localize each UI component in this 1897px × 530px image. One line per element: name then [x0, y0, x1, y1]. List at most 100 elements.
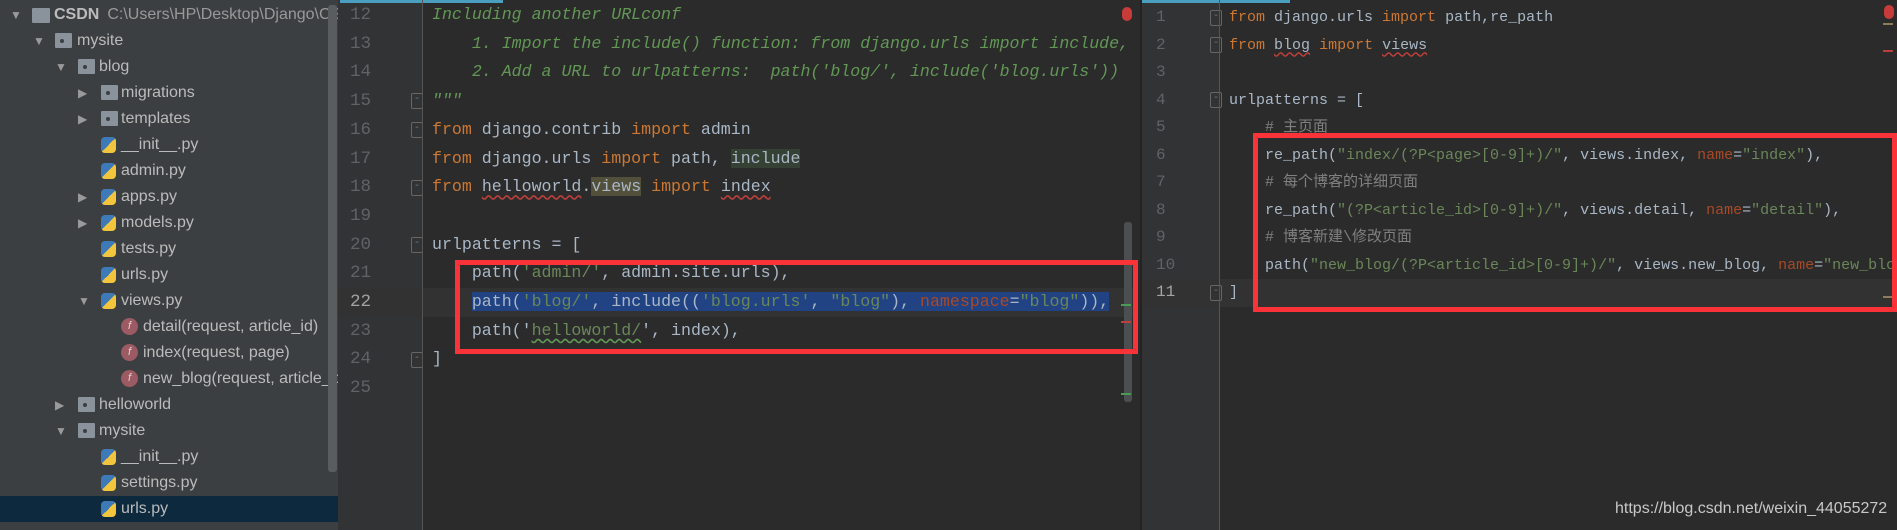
code-line[interactable]: 23 path('helloworld/', index),	[338, 317, 1138, 346]
fold-marker-icon[interactable]: -	[1210, 92, 1222, 109]
code-line[interactable]: 13 1. Import the include() function: fro…	[338, 30, 1138, 59]
line-number: 18	[350, 177, 372, 198]
code-line[interactable]: 5 # 主页面	[1142, 114, 1897, 142]
code-token: namespace	[920, 292, 1010, 311]
code-line[interactable]: 25	[338, 374, 1138, 403]
code-line[interactable]: 8 re_path("(?P<article_id>[0-9]+)/", vie…	[1142, 197, 1897, 225]
code-line[interactable]: 20- urlpatterns = [	[338, 231, 1138, 260]
fold-marker-icon[interactable]: -	[1210, 9, 1222, 26]
tree-item[interactable]: ▼ mysite	[0, 28, 338, 54]
tree-item-label: __init__.py	[121, 136, 199, 153]
code-text: 2. Add a URL to urlpatterns: path('blog/…	[432, 58, 1119, 87]
code-token: # 博客新建\修改页面	[1265, 229, 1413, 246]
tree-item[interactable]: ▶ models.py	[0, 210, 338, 236]
tree-item[interactable]: urls.py	[0, 262, 338, 288]
folder-icon	[101, 85, 118, 100]
python-file-icon	[101, 163, 116, 179]
code-line[interactable]: 16- from django.contrib import admin	[338, 116, 1138, 145]
code-token: name	[1697, 146, 1734, 164]
editor-blog-urls[interactable]: 1- from django.urls import path,re_path 2-…	[1140, 0, 1897, 530]
code-line[interactable]: 18- from helloworld.views import index	[338, 173, 1138, 202]
python-file-icon	[101, 215, 116, 231]
chevron-right-icon[interactable]: ▶	[78, 106, 90, 132]
tree-item-project-root[interactable]: ▼ CSDN C:\Users\HP\Desktop\Django\CS	[0, 2, 338, 28]
sidebar-scrollbar[interactable]	[328, 5, 337, 472]
tree-item-label: mysite	[99, 422, 146, 439]
tree-item[interactable]: f index(request, page)	[0, 340, 338, 366]
warning-marker[interactable]	[1883, 23, 1893, 25]
tree-item[interactable]: __init__.py	[0, 132, 338, 158]
editor-main-urls[interactable]: 12 Including another URLconf 13 1. Import …	[338, 0, 1138, 530]
code-line[interactable]: 22 path('blog/', include(('blog.urls', "…	[338, 288, 1138, 317]
chevron-down-icon[interactable]: ▼	[33, 28, 45, 54]
warning-marker[interactable]	[1883, 296, 1893, 298]
gutter-divider	[422, 0, 423, 530]
change-marker[interactable]	[1121, 304, 1131, 306]
code-line[interactable]: 1 - from django.urls import path,re_path	[1142, 4, 1897, 32]
code-line[interactable]: 12 Including another URLconf	[338, 1, 1138, 30]
error-indicator-icon[interactable]	[1122, 7, 1132, 21]
code-line[interactable]: 6 re_path("index/(?P<page>[0-9]+)/", vie…	[1142, 142, 1897, 170]
tree-item[interactable]: ▶ templates	[0, 106, 338, 132]
error-indicator-icon[interactable]	[1884, 5, 1894, 19]
code-token: "new_blog"	[1823, 256, 1897, 274]
code-line[interactable]: 19	[338, 202, 1138, 231]
chevron-down-icon[interactable]: ▼	[55, 54, 67, 80]
change-marker[interactable]	[1121, 393, 1131, 395]
folder-icon	[78, 397, 95, 412]
code-line[interactable]: 11 -]	[1142, 279, 1897, 307]
python-file-icon	[101, 189, 116, 205]
tree-item[interactable]: f detail(request, article_id)	[0, 314, 338, 340]
project-name: CSDN	[54, 6, 100, 23]
chevron-down-icon[interactable]: ▼	[78, 288, 90, 314]
code-line[interactable]: 10 path("new_blog/(?P<article_id>[0-9]+)…	[1142, 252, 1897, 280]
code-token: path,	[661, 148, 731, 168]
code-text: re_path("index/(?P<page>[0-9]+)/", views…	[1229, 142, 1823, 170]
editor-scrollbar[interactable]	[1124, 222, 1132, 402]
chevron-down-icon[interactable]: ▼	[55, 418, 67, 444]
code-token: ,	[810, 292, 831, 311]
tree-item[interactable]: ▼ views.py	[0, 288, 338, 314]
tree-item[interactable]: settings.py	[0, 470, 338, 496]
code-line[interactable]: 21 path('admin/', admin.site.urls),	[338, 259, 1138, 288]
code-line[interactable]: 3	[1142, 59, 1897, 87]
code-token: django.urls	[1265, 9, 1383, 26]
line-number: 8	[1156, 200, 1166, 219]
line-number: 19	[350, 205, 372, 226]
chevron-right-icon[interactable]: ▶	[78, 184, 90, 210]
fold-marker-icon[interactable]: -	[1210, 37, 1222, 54]
tree-item[interactable]: ▼ mysite	[0, 418, 338, 444]
code-token: # 主页面	[1265, 119, 1329, 136]
code-line[interactable]: 14 2. Add a URL to urlpatterns: path('bl…	[338, 58, 1138, 87]
chevron-right-icon[interactable]: ▶	[55, 392, 67, 418]
tree-item[interactable]: ▼ blog	[0, 54, 338, 80]
code-line[interactable]: 4 - urlpatterns = [	[1142, 87, 1897, 115]
code-line[interactable]: 9 # 博客新建\修改页面	[1142, 224, 1897, 252]
tree-item[interactable]: ▶ apps.py	[0, 184, 338, 210]
tree-item[interactable]: f new_blog(request, article_id)	[0, 366, 338, 392]
tree-item[interactable]: ▶ migrations	[0, 80, 338, 106]
tree-item[interactable]: urls.py	[0, 496, 338, 522]
code-token: path(	[1229, 256, 1311, 274]
code-line[interactable]: 17 from django.urls import path, include	[338, 145, 1138, 174]
chevron-down-icon[interactable]: ▼	[10, 2, 22, 28]
code-line[interactable]: 7 # 每个博客的详细页面	[1142, 169, 1897, 197]
chevron-right-icon[interactable]: ▶	[78, 80, 90, 106]
tree-item[interactable]: admin.py	[0, 158, 338, 184]
chevron-right-icon[interactable]: ▶	[78, 210, 90, 236]
fold-marker-icon[interactable]: -	[1210, 284, 1222, 301]
gutter-divider	[1219, 0, 1220, 530]
code-token: import	[651, 177, 711, 197]
tree-item-label: migrations	[121, 84, 195, 101]
tree-item[interactable]: __init__.py	[0, 444, 338, 470]
code-line[interactable]: 2 - from blog import views	[1142, 32, 1897, 60]
code-line[interactable]: 15- """	[338, 87, 1138, 116]
error-marker[interactable]	[1121, 321, 1131, 323]
tree-item[interactable]: tests.py	[0, 236, 338, 262]
error-marker[interactable]	[1883, 50, 1893, 52]
code-token: , views.new_blog,	[1616, 256, 1779, 274]
tree-item[interactable]: ▶ helloworld	[0, 392, 338, 418]
code-line[interactable]: 24-]	[338, 345, 1138, 374]
